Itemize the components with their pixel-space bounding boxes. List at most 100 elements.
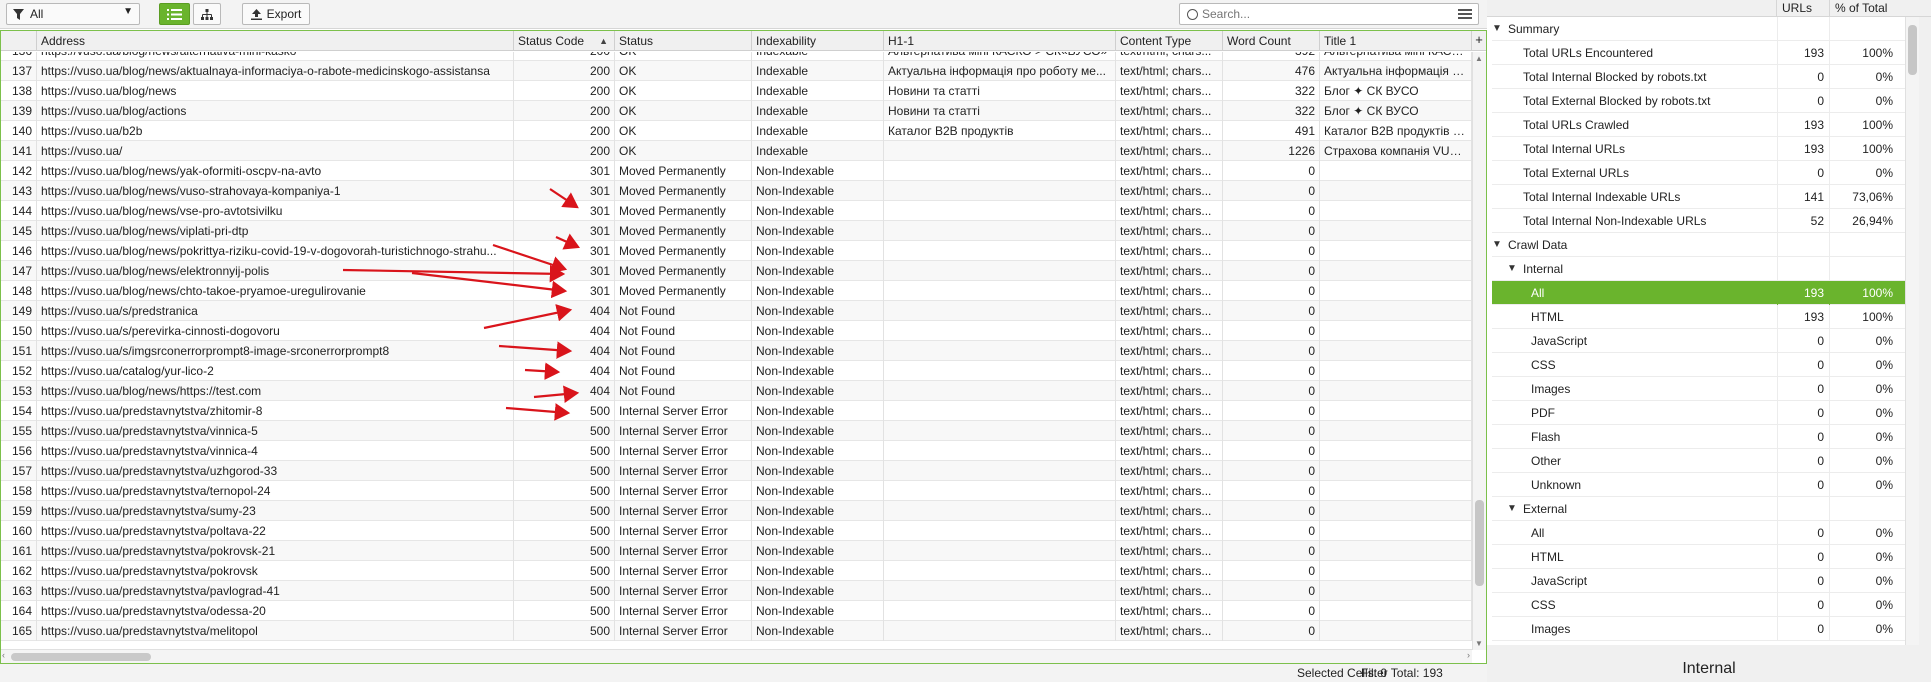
cell-address[interactable]: https://vuso.ua/predstavnytstva/odessa-2… [37,601,514,621]
cell-title[interactable]: Актуальна інформація про [1320,61,1472,81]
cell-row-number[interactable]: 143 [1,181,37,201]
cell-word-count[interactable]: 0 [1223,301,1320,321]
cell-title[interactable] [1320,341,1472,361]
cell-content-type[interactable]: text/html; chars... [1116,341,1223,361]
column-header-title[interactable]: Title 1 [1320,31,1472,51]
cell-address[interactable]: https://vuso.ua/predstavnytstva/zhitomir… [37,401,514,421]
overview-scrollbar[interactable] [1905,17,1919,645]
table-row[interactable]: 164 https://vuso.ua/predstavnytstva/odess… [1,601,1472,621]
cell-content-type[interactable]: text/html; chars... [1116,521,1223,541]
cell-indexability[interactable]: Non-Indexable [752,201,884,221]
cell-content-type[interactable]: text/html; chars... [1116,301,1223,321]
cell-status[interactable]: OK [615,81,752,101]
table-row[interactable]: 142 https://vuso.ua/blog/news/yak-oformit… [1,161,1472,181]
scroll-down-icon[interactable]: ▼ [1475,639,1483,648]
column-header-row-number[interactable] [1,31,37,51]
cell-row-number[interactable]: 163 [1,581,37,601]
cell-title[interactable] [1320,541,1472,561]
cell-word-count[interactable]: 0 [1223,581,1320,601]
cell-address[interactable]: https://vuso.ua/predstavnytstva/pokrovsk [37,561,514,581]
table-row[interactable]: 159 https://vuso.ua/predstavnytstva/sumy-… [1,501,1472,521]
cell-title[interactable] [1320,221,1472,241]
cell-indexability[interactable]: Non-Indexable [752,441,884,461]
cell-word-count[interactable]: 0 [1223,181,1320,201]
cell-content-type[interactable]: text/html; chars... [1116,221,1223,241]
cell-status-code[interactable]: 500 [514,541,615,561]
cell-status-code[interactable]: 500 [514,441,615,461]
cell-indexability[interactable]: Non-Indexable [752,521,884,541]
cell-address[interactable]: https://vuso.ua/predstavnytstva/pavlogra… [37,581,514,601]
cell-row-number[interactable]: 140 [1,121,37,141]
cell-status[interactable]: Not Found [615,341,752,361]
cell-row-number[interactable]: 146 [1,241,37,261]
table-row[interactable]: 149 https://vuso.ua/s/predstranica 404 Not … [1,301,1472,321]
cell-status-code[interactable]: 301 [514,221,615,241]
cell-row-number[interactable]: 147 [1,261,37,281]
cell-h1[interactable] [884,521,1116,541]
scroll-up-icon[interactable]: ▲ [1475,54,1483,63]
cell-word-count[interactable]: 491 [1223,121,1320,141]
cell-word-count[interactable]: 0 [1223,241,1320,261]
cell-indexability[interactable]: Non-Indexable [752,281,884,301]
overview-item-all[interactable]: All 193 100% [1492,281,1905,305]
cell-content-type[interactable]: text/html; chars... [1116,501,1223,521]
cell-status-code[interactable]: 301 [514,281,615,301]
cell-address[interactable]: https://vuso.ua/blog/news/vse-pro-avtots… [37,201,514,221]
column-header-indexability[interactable]: Indexability [752,31,884,51]
cell-title[interactable] [1320,241,1472,261]
cell-indexability[interactable]: Non-Indexable [752,581,884,601]
cell-status[interactable]: Internal Server Error [615,561,752,581]
cell-status[interactable]: OK [615,101,752,121]
cell-status-code[interactable]: 200 [514,101,615,121]
table-row[interactable]: 165 https://vuso.ua/predstavnytstva/melit… [1,621,1472,641]
cell-address[interactable]: https://vuso.ua/blog/news/vuso-strahovay… [37,181,514,201]
overview-item-total-urls-encountered[interactable]: Total URLs Encountered 193 100% [1492,41,1905,65]
search-input[interactable] [1202,6,1442,22]
cell-word-count[interactable]: 0 [1223,261,1320,281]
cell-address[interactable]: https://vuso.ua/predstavnytstva/ternopol… [37,481,514,501]
horizontal-scrollbar[interactable]: ‹ › [1,649,1472,663]
table-row[interactable]: 160 https://vuso.ua/predstavnytstva/polta… [1,521,1472,541]
cell-title[interactable] [1320,301,1472,321]
cell-h1[interactable]: Актуальна інформація про роботу ме... [884,61,1116,81]
column-header-urls[interactable]: URLs [1776,0,1829,16]
cell-status-code[interactable]: 500 [514,401,615,421]
table-row[interactable]: 143 https://vuso.ua/blog/news/vuso-straho… [1,181,1472,201]
cell-status-code[interactable]: 500 [514,481,615,501]
cell-status-code[interactable]: 404 [514,321,615,341]
cell-word-count[interactable]: 0 [1223,361,1320,381]
table-row[interactable]: 140 https://vuso.ua/b2b 200 OK Indexable Ката… [1,121,1472,141]
cell-title[interactable]: Блог ✦ СК ВУСО [1320,101,1472,121]
expand-toggle-icon[interactable]: ▼ [1507,257,1517,281]
cell-h1[interactable] [884,261,1116,281]
table-row[interactable]: 137 https://vuso.ua/blog/news/aktualnaya-… [1,61,1472,81]
cell-word-count[interactable]: 0 [1223,541,1320,561]
cell-content-type[interactable]: text/html; chars... [1116,561,1223,581]
cell-row-number[interactable]: 152 [1,361,37,381]
cell-row-number[interactable]: 151 [1,341,37,361]
cell-status-code[interactable]: 200 [514,121,615,141]
cell-indexability[interactable]: Non-Indexable [752,601,884,621]
cell-title[interactable] [1320,321,1472,341]
cell-content-type[interactable]: text/html; chars... [1116,201,1223,221]
cell-address[interactable]: https://vuso.ua/s/perevirka-cinnosti-dog… [37,321,514,341]
cell-title[interactable]: Каталог B2B продуктів ✦ С [1320,121,1472,141]
table-row[interactable]: 153 https://vuso.ua/blog/news/https://tes… [1,381,1472,401]
cell-row-number[interactable]: 157 [1,461,37,481]
cell-address[interactable]: https://vuso.ua/s/imgsrconerrorprompt8-i… [37,341,514,361]
cell-indexability[interactable]: Non-Indexable [752,561,884,581]
cell-status-code[interactable]: 500 [514,521,615,541]
cell-content-type[interactable]: text/html; chars... [1116,81,1223,101]
cell-indexability[interactable]: Indexable [752,81,884,101]
cell-h1[interactable]: Каталог B2B продуктів [884,121,1116,141]
cell-content-type[interactable]: text/html; chars... [1116,441,1223,461]
cell-title[interactable] [1320,601,1472,621]
column-header-status[interactable]: Status [615,31,752,51]
overview-item-javascript[interactable]: JavaScript 0 0% [1492,569,1905,593]
table-row[interactable]: 144 https://vuso.ua/blog/news/vse-pro-avt… [1,201,1472,221]
table-row[interactable]: 145 https://vuso.ua/blog/news/viplati-pri… [1,221,1472,241]
cell-indexability[interactable]: Non-Indexable [752,361,884,381]
filter-dropdown[interactable]: All ▼ [6,3,140,25]
cell-content-type[interactable]: text/html; chars... [1116,261,1223,281]
overview-item-total-external-urls[interactable]: Total External URLs 0 0% [1492,161,1905,185]
